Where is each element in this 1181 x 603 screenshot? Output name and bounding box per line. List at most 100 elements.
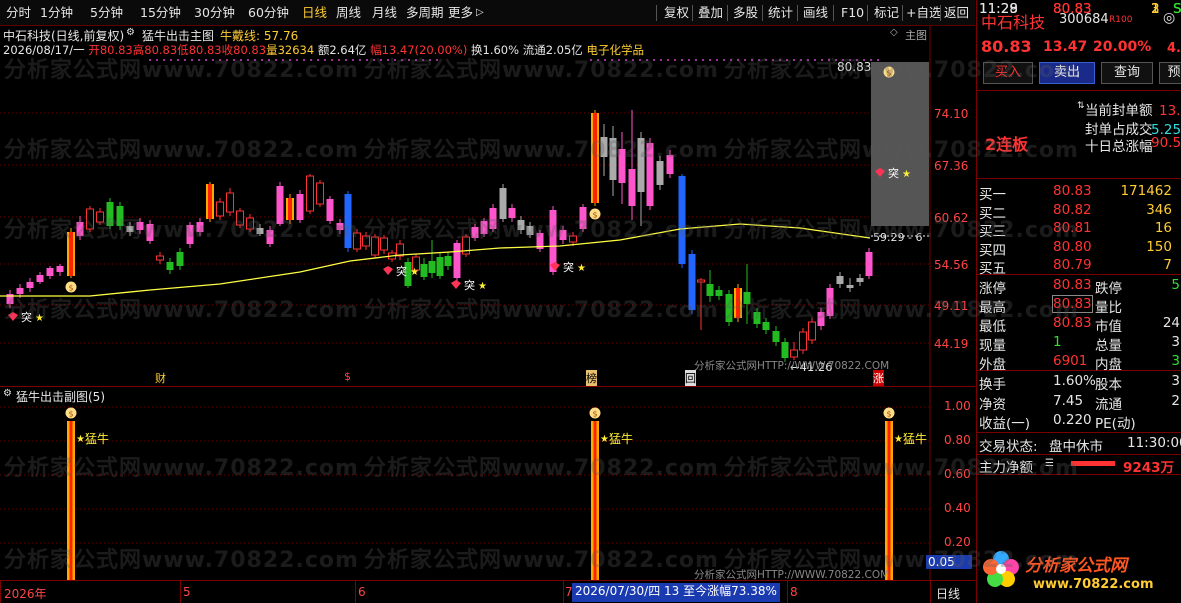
stat-label: 收益(一): [979, 416, 1031, 432]
watermark-text: 分析家公式网www.70822.com: [724, 218, 1079, 243]
mark-button[interactable]: 标记: [874, 4, 899, 22]
tu-signal-label: 突: [464, 278, 475, 292]
watermark-text: 分析家公式网www.70822.com: [724, 298, 1079, 323]
time-label-jun: 6: [358, 585, 366, 599]
watermark-text: 分析家公式网www.70822.com: [364, 298, 719, 323]
tu-signal-label: 突: [396, 264, 407, 278]
draw-line-button[interactable]: 画线: [803, 4, 828, 22]
stat-label: 跌停: [1095, 281, 1122, 297]
watermark-text: 分析家公式网www.70822.com: [364, 58, 719, 83]
bid-volume: 171462: [1120, 183, 1172, 199]
event-hui[interactable]: 回: [685, 370, 696, 386]
add-watchlist-button[interactable]: +自选: [906, 4, 941, 22]
money-bag-icon: $: [65, 407, 77, 419]
event-zhang[interactable]: 涨: [873, 370, 884, 386]
candle-body: [808, 321, 816, 341]
price-tick-6: 44.19: [934, 337, 969, 351]
divider: [902, 5, 903, 21]
watermark-text: 分析家公式网www.70822.com: [364, 548, 719, 573]
star-icon: ★: [76, 434, 85, 445]
event-dollar[interactable]: $: [344, 370, 351, 383]
sort-icon[interactable]: ⇅: [1077, 101, 1085, 111]
bid-row: 买五 80.79 7: [977, 256, 1181, 277]
tab-30min[interactable]: 30分钟: [194, 4, 235, 22]
settings-icon[interactable]: ⚙: [126, 27, 135, 38]
watermark-text: 分析家公式网www.70822.com: [4, 218, 359, 243]
stat-label: 股本: [1095, 377, 1122, 393]
money-bag-icon: $: [886, 410, 891, 419]
preorder-button[interactable]: 预: [1159, 62, 1181, 84]
tick-side: S: [1173, 1, 1181, 17]
settings-icon[interactable]: ⚙: [3, 388, 12, 399]
tab-fenshi[interactable]: 分时: [6, 4, 31, 22]
stat2-row: 净资 7.45 流通 2: [977, 392, 1181, 413]
period-indicator[interactable]: 日线: [936, 585, 960, 602]
watermark-text: 分析家公式网www.70822.com: [4, 548, 359, 573]
price-change-pct: 20.00%: [1093, 39, 1152, 55]
tab-5min[interactable]: 5分钟: [90, 4, 123, 22]
tab-monthly[interactable]: 月线: [372, 4, 397, 22]
watermark-url: 分析家公式网HTTP://WWW.70822.COM: [694, 360, 890, 372]
watermark-text: 分析家公式网www.70822.com: [4, 138, 359, 163]
stat-label: 市值: [1095, 319, 1122, 335]
back-button[interactable]: 返回: [944, 4, 969, 22]
tab-1min[interactable]: 1分钟: [40, 4, 73, 22]
stat-value: 3: [1171, 334, 1180, 350]
price-tick-1: 74.10: [934, 107, 969, 121]
stat-value: 6901: [1053, 353, 1088, 369]
stat-label: 量比: [1095, 300, 1122, 316]
stat-label: 流通: [1095, 396, 1122, 413]
candle-body: [628, 169, 636, 206]
money-bag-icon: $: [883, 407, 895, 419]
candle-body: [46, 268, 54, 276]
tab-15min[interactable]: 15分钟: [140, 4, 181, 22]
multi-stock-button[interactable]: 多股: [733, 4, 758, 22]
watermark-text: 分析家公式网www.70822.com: [364, 218, 719, 243]
tab-daily[interactable]: 日线: [302, 4, 327, 22]
watermark-text: 分析家公式网www.70822.com: [364, 456, 719, 481]
bid-volume: 346: [1146, 201, 1172, 218]
watermark-text: 分析家公式网www.70822.com: [724, 58, 1079, 83]
stat-row: 现量 1 总量 3: [977, 333, 1181, 354]
status-time: 11:30:00: [1127, 435, 1181, 451]
event-bang[interactable]: 榜: [586, 370, 597, 386]
candle-body: [420, 264, 428, 277]
candle-body: [453, 243, 461, 278]
stats-button[interactable]: 统计: [768, 4, 793, 22]
brand-url: www.70822.com: [1033, 577, 1154, 592]
divider: [762, 5, 763, 21]
watermark-text: 分析家公式网www.70822.com: [724, 548, 1079, 573]
stat-label: PE(动): [1095, 416, 1136, 432]
main-menu-label[interactable]: 主图: [905, 27, 927, 43]
event-cai[interactable]: 财: [155, 370, 166, 386]
divider: [940, 5, 941, 21]
query-button[interactable]: 查询: [1101, 62, 1153, 84]
tab-more[interactable]: 更多: [448, 4, 473, 22]
fuquan-button[interactable]: 复权: [664, 4, 689, 22]
tab-multi-period[interactable]: 多周期: [406, 4, 444, 22]
stat-label: 换手: [979, 377, 1006, 393]
time-label-may: 5: [183, 585, 191, 599]
diamond-icon[interactable]: ◇: [890, 27, 898, 38]
star-icon: ★: [577, 263, 586, 274]
watermark-text: 分析家公式网www.70822.com: [724, 138, 1079, 163]
candle-body: [226, 192, 234, 213]
sub-indicator-title[interactable]: 猛牛出击副图(5): [16, 388, 105, 405]
overlay-button[interactable]: 叠加: [698, 4, 723, 22]
tab-60min[interactable]: 60分钟: [248, 4, 289, 22]
candle-body: [428, 261, 436, 273]
chevron-right-icon[interactable]: ▷: [476, 4, 484, 22]
stat-label: 总量: [1095, 338, 1122, 354]
tu-signal-label: 突: [888, 166, 899, 180]
candle-body: [26, 282, 34, 288]
watermark-text: 分析家公式网www.70822.com: [4, 298, 359, 323]
sub-tick-1: 1.00: [944, 399, 971, 413]
f10-button[interactable]: F10: [841, 4, 864, 22]
price-tick-4: 54.56: [934, 258, 969, 272]
sub-tick-2: 0.80: [944, 433, 971, 447]
stat2-row: 收益(一) 0.220 PE(动): [977, 411, 1181, 432]
stat2-row: 换手 1.60% 股本 3: [977, 372, 1181, 393]
mengniu-label: 猛牛: [85, 431, 109, 446]
candle-body: [36, 275, 44, 282]
tab-weekly[interactable]: 周线: [336, 4, 361, 22]
